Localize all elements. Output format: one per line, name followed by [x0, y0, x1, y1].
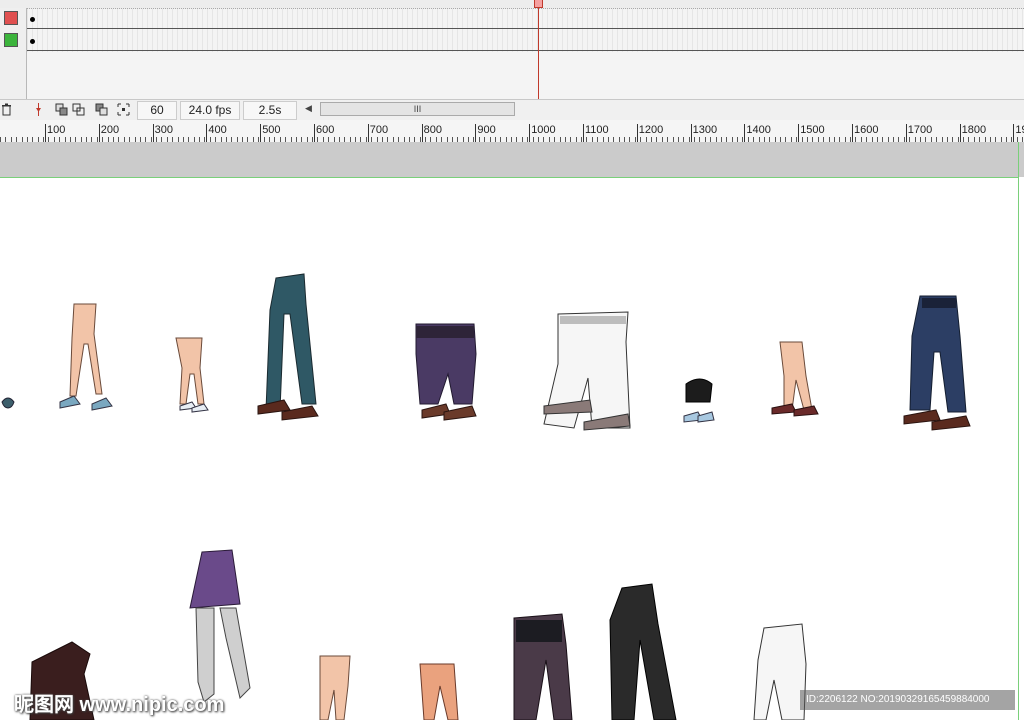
ruler-major-tick: [959, 124, 961, 142]
ruler-label: 1400: [746, 124, 771, 136]
keyframe-dot[interactable]: [30, 39, 35, 44]
ruler-label: 900: [477, 124, 496, 136]
bare-legs-short[interactable]: [319, 655, 351, 720]
stage-canvas[interactable]: [0, 178, 1018, 720]
ruler-label: 19: [1015, 124, 1024, 136]
timeline-status-bar: 60 24.0 fps 2.5s ◀ III: [0, 99, 1024, 120]
ruler-label: 800: [423, 124, 442, 136]
bare-legs-white-heels[interactable]: [175, 337, 209, 413]
ruler-major-tick: [1013, 124, 1015, 142]
ruler-label: 100: [47, 124, 66, 136]
ruler-label: 1800: [961, 124, 987, 136]
teal-trousers-brown-shoes[interactable]: [257, 273, 319, 421]
purple-shorts-brown-shoes[interactable]: [415, 323, 477, 421]
scroll-left-arrow-icon[interactable]: ◀: [305, 103, 312, 114]
onion-skin-icon[interactable]: [55, 103, 68, 116]
ruler-major-tick: [583, 124, 584, 142]
bare-legs-orange[interactable]: [419, 663, 459, 720]
ruler-label: 500: [262, 124, 281, 136]
timeline-panel: 60 24.0 fps 2.5s ◀ III: [0, 0, 1024, 121]
dark-shorts-legs[interactable]: [513, 613, 573, 720]
red-square-icon[interactable]: [4, 11, 18, 25]
green-square-icon[interactable]: [4, 33, 18, 47]
ruler-major-tick: [529, 124, 531, 142]
ruler-label: 1500: [800, 124, 825, 136]
ruler-major-tick: [475, 124, 477, 142]
ruler-major-tick: [421, 124, 423, 142]
ruler-major-tick: [744, 124, 746, 142]
layer-divider: [27, 28, 1024, 29]
playhead[interactable]: [538, 0, 539, 99]
ruler-major-tick: [852, 124, 853, 142]
stage-artwork: [1, 273, 971, 720]
watermark-id: ID:2206122 NO:20190329165459884000: [800, 690, 1015, 710]
white-trousers-grey-shoes[interactable]: [543, 311, 631, 431]
ruler-major-tick: [45, 124, 46, 142]
white-trousers-partial[interactable]: [753, 623, 807, 720]
ruler-major-tick: [152, 124, 154, 142]
navy-trousers-brown-shoes[interactable]: [903, 295, 971, 431]
ruler-label: 1100: [585, 124, 609, 136]
ruler-label: 1300: [692, 124, 718, 136]
layer-row-1[interactable]: [0, 8, 1024, 29]
black-shorts-blue-sneakers[interactable]: [683, 378, 715, 423]
ruler-major-tick: [905, 124, 907, 142]
current-frame-field[interactable]: 60: [137, 101, 177, 120]
ruler-label: 1000: [531, 124, 556, 136]
trash-icon[interactable]: [0, 103, 13, 116]
ruler-major-tick: [98, 124, 100, 142]
ruler-major-tick: [260, 124, 262, 142]
elapsed-time-field: 2.5s: [243, 101, 297, 120]
layer-row-2[interactable]: [0, 30, 1024, 51]
modify-onion-markers-icon[interactable]: [117, 103, 130, 116]
scroll-grip[interactable]: III: [414, 104, 422, 114]
ruler-major-tick: [798, 124, 800, 142]
ruler-label: 1700: [907, 124, 933, 136]
horizontal-ruler: 100 200 300 400 500 600 700 800 900 1000 1100 1200 1…: [0, 120, 1024, 143]
edit-multiple-frames-icon[interactable]: [95, 103, 108, 116]
ruler-major-tick: [314, 124, 315, 142]
ruler-label: 700: [369, 124, 389, 136]
ruler-label: 1200: [638, 124, 664, 136]
ruler-label: 1600: [854, 124, 879, 136]
onion-skin-outline-icon[interactable]: [72, 103, 85, 116]
black-trousers[interactable]: [609, 583, 677, 720]
frame-rate-field[interactable]: 24.0 fps: [180, 101, 240, 120]
cap-icon[interactable]: [1, 397, 15, 409]
ruler-major-tick: [690, 124, 692, 142]
playhead-handle[interactable]: [534, 0, 543, 8]
ruler-label: 600: [316, 124, 335, 136]
ruler-major-tick: [636, 124, 638, 142]
timeline-scrollbar[interactable]: III: [320, 102, 515, 116]
layer-divider: [27, 50, 1024, 51]
pasteboard: [0, 142, 1024, 177]
ruler-label: 200: [100, 124, 120, 136]
ruler-label: 300: [154, 124, 173, 136]
purple-skirt-grey-leggings[interactable]: [189, 549, 251, 703]
ruler-major-tick: [367, 124, 369, 142]
ruler-label: 400: [208, 124, 227, 136]
watermark-logo: 昵图网 www.nipic.com: [14, 694, 225, 716]
empty-frames: [27, 52, 1024, 99]
ruler-major-tick: [206, 124, 208, 142]
bare-legs-blue-heels[interactable]: [59, 303, 113, 411]
keyframe-dot[interactable]: [30, 17, 35, 22]
center-frame-icon[interactable]: [32, 103, 45, 116]
bare-legs-red-heels[interactable]: [771, 341, 819, 417]
stage-right-edge: [1018, 142, 1019, 720]
